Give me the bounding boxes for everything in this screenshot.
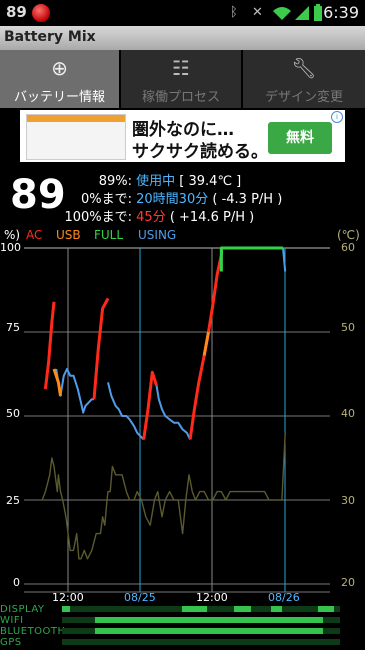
series-temp-segment-0 — [41, 432, 286, 560]
usage-label-display: DISPLAY — [0, 604, 45, 615]
series-using-segment-1 — [107, 382, 145, 441]
series-ac-segment-0 — [43, 301, 56, 390]
series-using-segment-2 — [155, 385, 192, 440]
series-usb-segment-1 — [202, 331, 210, 356]
usage-label-wifi: WIFI — [0, 615, 24, 626]
usage-segment — [95, 628, 324, 634]
usage-segment — [234, 606, 252, 612]
series-ac-segment-1 — [92, 297, 110, 400]
series-full-segment-0 — [219, 246, 283, 255]
series-ac-segment-2 — [142, 370, 159, 440]
usage-track-gps — [62, 639, 340, 645]
usage-segment — [270, 606, 282, 612]
battery-history-chart — [24, 246, 330, 593]
usage-segment — [62, 606, 71, 612]
usage-segment — [317, 606, 335, 612]
usage-track-display — [62, 606, 340, 612]
usage-label-gps: GPS — [0, 637, 22, 648]
series-using-segment-0 — [55, 368, 94, 414]
usage-segment — [181, 606, 207, 612]
usage-track-wifi — [62, 617, 340, 623]
usage-label-bluetooth: BLUETOOTH — [0, 626, 66, 637]
usage-track-bluetooth — [62, 628, 340, 634]
usage-segment — [95, 617, 324, 623]
